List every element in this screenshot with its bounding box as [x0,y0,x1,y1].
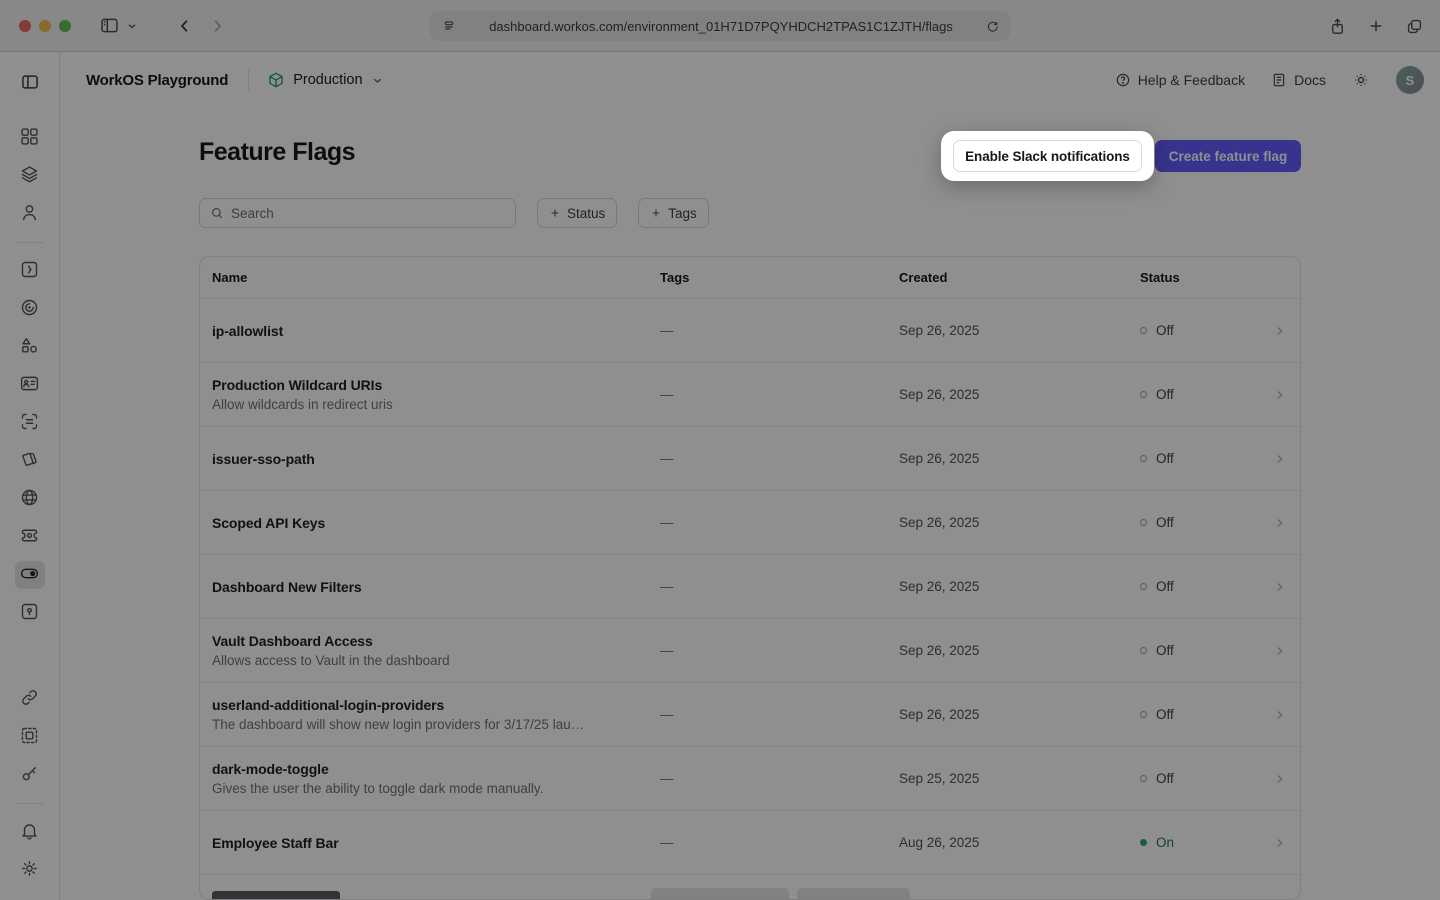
dim-overlay [0,0,1440,900]
enable-slack-notifications-button[interactable]: Enable Slack notifications [953,140,1142,172]
spotlight-highlight: Enable Slack notifications [941,131,1154,181]
